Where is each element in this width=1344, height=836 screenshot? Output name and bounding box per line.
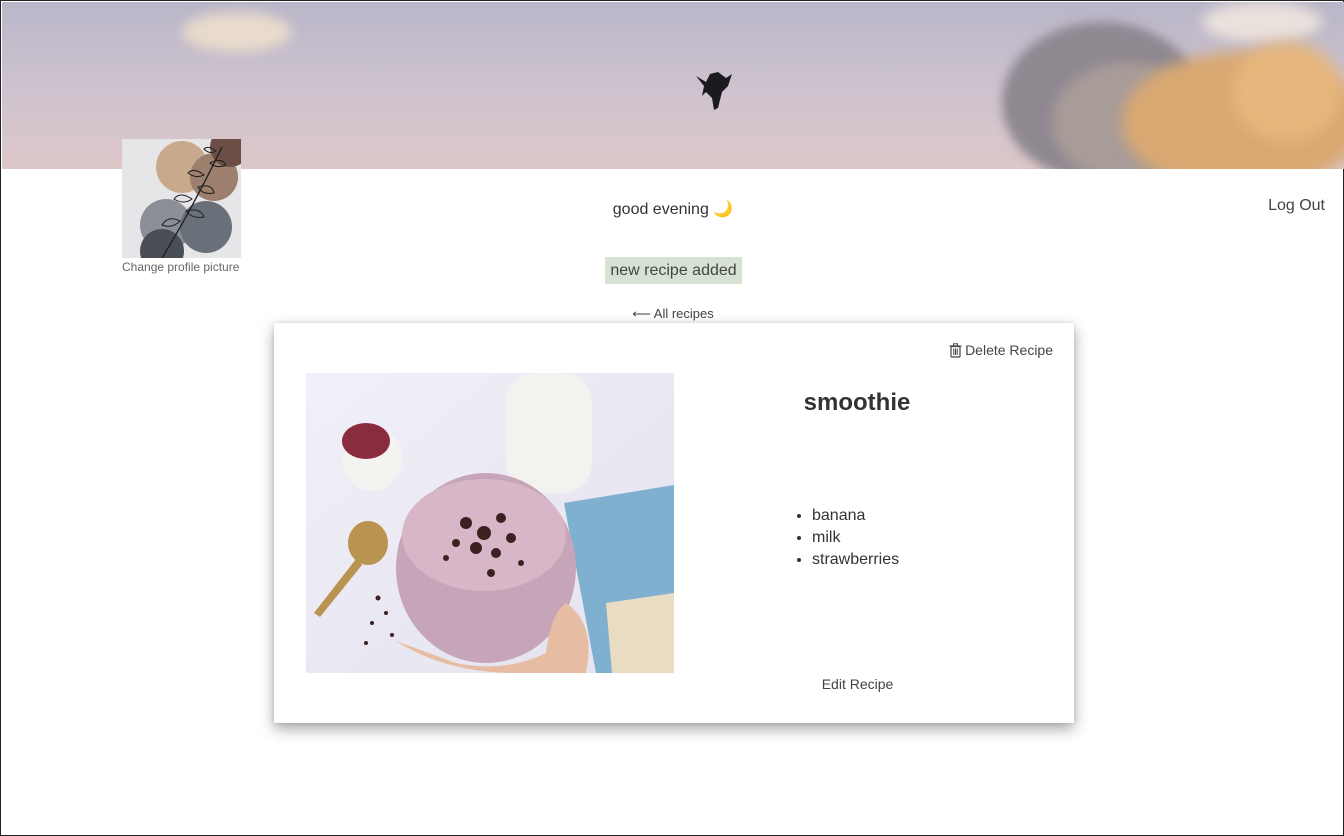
ingredient-list: banana milk strawberries (812, 505, 899, 571)
ingredient-item: banana (812, 505, 899, 527)
greeting-text: good evening 🌙 (612, 201, 734, 218)
cloud-decoration (1202, 2, 1322, 42)
status-alert: new recipe added (605, 257, 742, 284)
bird-icon (696, 72, 732, 110)
cloud-decoration (1232, 42, 1342, 142)
trash-icon (949, 342, 962, 358)
all-recipes-link[interactable]: ⟵ All recipes (561, 306, 785, 322)
cloud-decoration (182, 12, 292, 52)
recipe-title: smoothie (803, 389, 911, 416)
abstract-leaf-art (122, 139, 241, 258)
recipe-photo (306, 373, 674, 673)
change-profile-picture-link[interactable]: Change profile picture (122, 260, 241, 274)
smoothie-image (306, 373, 674, 673)
logout-button[interactable]: Log Out (1268, 197, 1325, 215)
ingredient-item: strawberries (812, 549, 899, 571)
delete-recipe-label: Delete Recipe (965, 342, 1053, 358)
edit-recipe-button[interactable]: Edit Recipe (804, 676, 911, 692)
delete-recipe-button[interactable]: Delete Recipe (949, 342, 1053, 358)
recipe-card: Delete Recipe smoothie • banana • milk •… (274, 323, 1074, 723)
avatar[interactable] (122, 139, 241, 258)
ingredient-item: milk (812, 527, 899, 549)
